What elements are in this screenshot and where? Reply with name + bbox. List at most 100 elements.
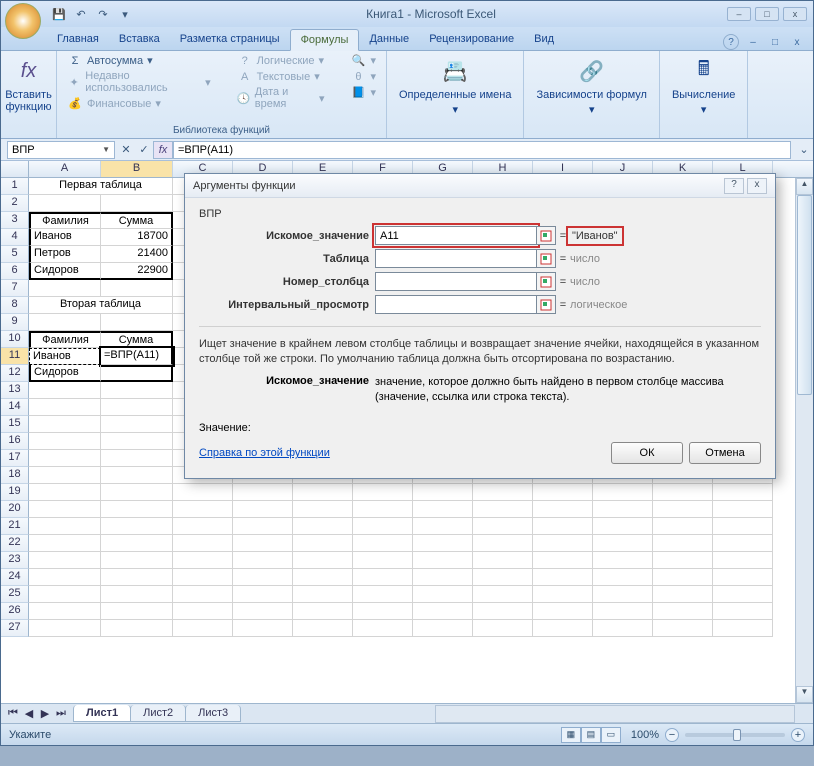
cell-F23[interactable]	[353, 552, 413, 569]
calculation-button[interactable]: 🖩Вычисление▾	[666, 53, 742, 118]
cell-B3[interactable]: Сумма	[101, 212, 173, 229]
cell-B14[interactable]	[101, 399, 173, 416]
cell-I26[interactable]	[533, 603, 593, 620]
cell-A17[interactable]	[29, 450, 101, 467]
cell-I22[interactable]	[533, 535, 593, 552]
cell-E27[interactable]	[293, 620, 353, 637]
cell-I27[interactable]	[533, 620, 593, 637]
row-header-26[interactable]: 26	[1, 603, 29, 620]
text-button[interactable]: AТекстовые ▾	[233, 69, 329, 84]
cell-L26[interactable]	[713, 603, 773, 620]
cell-A14[interactable]	[29, 399, 101, 416]
row-header-20[interactable]: 20	[1, 501, 29, 518]
cell-merged-8[interactable]: Вторая таблица	[29, 297, 173, 314]
cell-G21[interactable]	[413, 518, 473, 535]
row-header-6[interactable]: 6	[1, 263, 29, 280]
cell-C25[interactable]	[173, 586, 233, 603]
cell-A16[interactable]	[29, 433, 101, 450]
cell-F26[interactable]	[353, 603, 413, 620]
cell-B10[interactable]: Сумма	[101, 331, 173, 348]
next-sheet-icon[interactable]: ▶	[37, 707, 53, 720]
zoom-level[interactable]: 100%	[631, 729, 659, 741]
cell-G25[interactable]	[413, 586, 473, 603]
zoom-in-button[interactable]: +	[791, 728, 805, 742]
row-header-3[interactable]: 3	[1, 212, 29, 229]
cell-L27[interactable]	[713, 620, 773, 637]
vertical-scrollbar[interactable]: ▲ ▼	[795, 178, 813, 703]
dialog-title-bar[interactable]: Аргументы функции ? x	[185, 174, 775, 198]
row-header-4[interactable]: 4	[1, 229, 29, 246]
cancel-button[interactable]: Отмена	[689, 442, 761, 464]
help-icon[interactable]: ?	[723, 34, 739, 50]
row-header-19[interactable]: 19	[1, 484, 29, 501]
cell-D25[interactable]	[233, 586, 293, 603]
cell-B16[interactable]	[101, 433, 173, 450]
cell-D20[interactable]	[233, 501, 293, 518]
redo-icon[interactable]: ↷	[93, 4, 113, 24]
cell-K23[interactable]	[653, 552, 713, 569]
formula-auditing-button[interactable]: 🔗Зависимости формул▾	[530, 53, 652, 118]
cell-I23[interactable]	[533, 552, 593, 569]
cell-D26[interactable]	[233, 603, 293, 620]
row-header-15[interactable]: 15	[1, 416, 29, 433]
math-button[interactable]: θ▾	[346, 69, 380, 84]
cell-I20[interactable]	[533, 501, 593, 518]
cell-A7[interactable]	[29, 280, 101, 297]
defined-names-button[interactable]: 📇Определенные имена▾	[393, 53, 517, 118]
cell-K22[interactable]	[653, 535, 713, 552]
cell-I21[interactable]	[533, 518, 593, 535]
cell-A2[interactable]	[29, 195, 101, 212]
cell-A23[interactable]	[29, 552, 101, 569]
tab-Главная[interactable]: Главная	[47, 29, 109, 50]
arg-input-1[interactable]	[375, 249, 537, 268]
cell-A24[interactable]	[29, 569, 101, 586]
save-icon[interactable]: 💾	[49, 4, 69, 24]
ref-selector-icon[interactable]	[536, 272, 556, 291]
cell-E25[interactable]	[293, 586, 353, 603]
cell-H21[interactable]	[473, 518, 533, 535]
cell-B22[interactable]	[101, 535, 173, 552]
row-header-11[interactable]: 11	[1, 348, 29, 365]
cell-J27[interactable]	[593, 620, 653, 637]
cell-L23[interactable]	[713, 552, 773, 569]
cell-E20[interactable]	[293, 501, 353, 518]
cell-B13[interactable]	[101, 382, 173, 399]
cell-H22[interactable]	[473, 535, 533, 552]
first-sheet-icon[interactable]: ⏮	[5, 707, 21, 720]
cell-H25[interactable]	[473, 586, 533, 603]
sheet-tab-Лист2[interactable]: Лист2	[130, 705, 186, 722]
cell-G27[interactable]	[413, 620, 473, 637]
ribbon-close-icon[interactable]: x	[789, 34, 805, 50]
tab-Данные[interactable]: Данные	[359, 29, 419, 50]
tab-Вставка[interactable]: Вставка	[109, 29, 170, 50]
cell-B17[interactable]	[101, 450, 173, 467]
cell-J20[interactable]	[593, 501, 653, 518]
cell-C23[interactable]	[173, 552, 233, 569]
chevron-down-icon[interactable]: ▼	[102, 145, 110, 154]
close-button[interactable]: x	[783, 7, 807, 21]
dialog-help-icon[interactable]: ?	[724, 178, 744, 194]
cell-A5[interactable]: Петров	[29, 246, 101, 263]
page-layout-view-icon[interactable]: ▤	[581, 727, 601, 743]
cell-K19[interactable]	[653, 484, 713, 501]
ribbon-min-icon[interactable]: –	[745, 34, 761, 50]
help-link[interactable]: Справка по этой функции	[199, 447, 330, 459]
cell-A21[interactable]	[29, 518, 101, 535]
row-header-9[interactable]: 9	[1, 314, 29, 331]
cell-C27[interactable]	[173, 620, 233, 637]
cell-B15[interactable]	[101, 416, 173, 433]
cell-A9[interactable]	[29, 314, 101, 331]
cell-B20[interactable]	[101, 501, 173, 518]
row-header-14[interactable]: 14	[1, 399, 29, 416]
more-button[interactable]: 📘▾	[346, 85, 380, 100]
expand-formula-icon[interactable]: ⌄	[795, 143, 813, 156]
row-header-27[interactable]: 27	[1, 620, 29, 637]
row-header-10[interactable]: 10	[1, 331, 29, 348]
cell-D24[interactable]	[233, 569, 293, 586]
cell-D22[interactable]	[233, 535, 293, 552]
cell-J21[interactable]	[593, 518, 653, 535]
row-header-5[interactable]: 5	[1, 246, 29, 263]
cell-L24[interactable]	[713, 569, 773, 586]
scroll-down-icon[interactable]: ▼	[796, 686, 813, 703]
qat-dropdown-icon[interactable]: ▾	[115, 4, 135, 24]
